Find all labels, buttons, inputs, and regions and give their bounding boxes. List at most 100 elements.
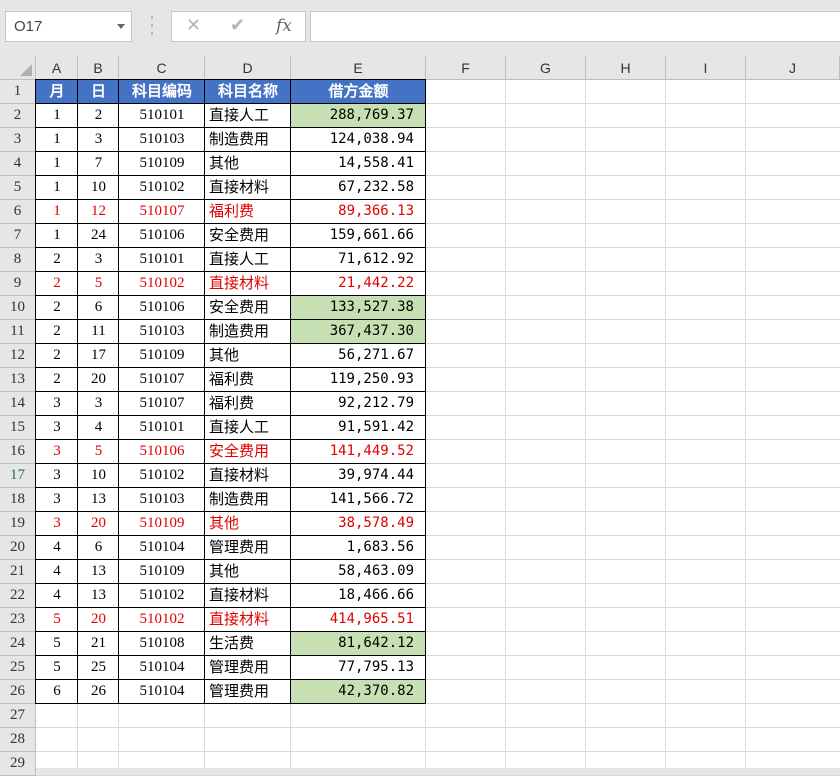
header-cell[interactable]: 月	[36, 80, 78, 104]
column-header-f[interactable]: F	[426, 56, 506, 80]
cell-account-name[interactable]: 福利费	[205, 392, 291, 416]
row-header-15[interactable]: 15	[0, 416, 36, 440]
column-header-h[interactable]: H	[586, 56, 666, 80]
cell-day[interactable]: 17	[78, 344, 119, 368]
cell-account-code[interactable]: 510102	[119, 584, 205, 608]
cell-account-code[interactable]: 510106	[119, 440, 205, 464]
cell-account-name[interactable]: 直接材料	[205, 176, 291, 200]
cell-month[interactable]: 2	[36, 248, 78, 272]
cell-account-code[interactable]: 510109	[119, 152, 205, 176]
header-cell[interactable]: 科目名称	[205, 80, 291, 104]
cell-debit-amount[interactable]: 141,566.72	[291, 488, 426, 512]
cell-debit-amount[interactable]: 39,974.44	[291, 464, 426, 488]
cell-account-code[interactable]: 510104	[119, 656, 205, 680]
cell-month[interactable]: 4	[36, 536, 78, 560]
cell-account-name[interactable]: 安全费用	[205, 224, 291, 248]
cell-month[interactable]: 1	[36, 128, 78, 152]
cell-debit-amount[interactable]: 133,527.38	[291, 296, 426, 320]
cell-debit-amount[interactable]: 89,366.13	[291, 200, 426, 224]
cell-account-code[interactable]: 510104	[119, 680, 205, 704]
row-header-24[interactable]: 24	[0, 632, 36, 656]
column-header-g[interactable]: G	[506, 56, 586, 80]
cell-debit-amount[interactable]: 58,463.09	[291, 560, 426, 584]
cell-account-code[interactable]: 510102	[119, 464, 205, 488]
cell-account-code[interactable]: 510109	[119, 512, 205, 536]
cell-debit-amount[interactable]: 91,591.42	[291, 416, 426, 440]
row-header-18[interactable]: 18	[0, 488, 36, 512]
cell-month[interactable]: 4	[36, 584, 78, 608]
cell-account-code[interactable]: 510107	[119, 200, 205, 224]
row-header-12[interactable]: 12	[0, 344, 36, 368]
cell-account-code[interactable]: 510107	[119, 368, 205, 392]
cell-debit-amount[interactable]: 92,212.79	[291, 392, 426, 416]
cell-month[interactable]: 1	[36, 200, 78, 224]
cell-debit-amount[interactable]: 71,612.92	[291, 248, 426, 272]
select-all-button[interactable]	[0, 56, 36, 80]
header-cell[interactable]: 借方金额	[291, 80, 426, 104]
cell-account-code[interactable]: 510106	[119, 296, 205, 320]
cell-account-code[interactable]: 510102	[119, 608, 205, 632]
cell-day[interactable]: 3	[78, 248, 119, 272]
cell-account-code[interactable]: 510109	[119, 560, 205, 584]
cell-month[interactable]: 1	[36, 176, 78, 200]
cell-debit-amount[interactable]: 414,965.51	[291, 608, 426, 632]
cell-account-name[interactable]: 直接人工	[205, 416, 291, 440]
cell-account-name[interactable]: 直接人工	[205, 104, 291, 128]
more-options-icon[interactable]: · · ·	[149, 10, 155, 42]
cell-month[interactable]: 4	[36, 560, 78, 584]
cell-month[interactable]: 5	[36, 632, 78, 656]
cell-debit-amount[interactable]: 159,661.66	[291, 224, 426, 248]
cell-account-code[interactable]: 510103	[119, 488, 205, 512]
cell-account-name[interactable]: 管理费用	[205, 656, 291, 680]
cell-account-name[interactable]: 福利费	[205, 200, 291, 224]
cell-day[interactable]: 13	[78, 584, 119, 608]
cell-month[interactable]: 3	[36, 488, 78, 512]
cell-month[interactable]: 2	[36, 368, 78, 392]
cell-debit-amount[interactable]: 67,232.58	[291, 176, 426, 200]
column-header-d[interactable]: D	[205, 56, 291, 80]
cell-account-code[interactable]: 510102	[119, 176, 205, 200]
cell-debit-amount[interactable]: 38,578.49	[291, 512, 426, 536]
cell-month[interactable]: 2	[36, 344, 78, 368]
cell-account-code[interactable]: 510108	[119, 632, 205, 656]
cell-account-name[interactable]: 直接材料	[205, 464, 291, 488]
cell-account-code[interactable]: 510101	[119, 416, 205, 440]
column-header-i[interactable]: I	[666, 56, 746, 80]
cell-account-name[interactable]: 管理费用	[205, 680, 291, 704]
cell-debit-amount[interactable]: 14,558.41	[291, 152, 426, 176]
cell-account-code[interactable]: 510106	[119, 224, 205, 248]
column-header-e[interactable]: E	[291, 56, 426, 80]
cell-day[interactable]: 3	[78, 392, 119, 416]
cell-day[interactable]: 10	[78, 464, 119, 488]
cell-account-code[interactable]: 510107	[119, 392, 205, 416]
cell-account-name[interactable]: 制造费用	[205, 320, 291, 344]
cell-month[interactable]: 2	[36, 296, 78, 320]
column-header-c[interactable]: C	[119, 56, 205, 80]
cell-day[interactable]: 5	[78, 440, 119, 464]
cell-day[interactable]: 3	[78, 128, 119, 152]
row-header-17[interactable]: 17	[0, 464, 36, 488]
column-header-j[interactable]: J	[746, 56, 840, 80]
cell-day[interactable]: 25	[78, 656, 119, 680]
cell-account-name[interactable]: 其他	[205, 560, 291, 584]
row-header-6[interactable]: 6	[0, 200, 36, 224]
row-header-8[interactable]: 8	[0, 248, 36, 272]
row-header-11[interactable]: 11	[0, 320, 36, 344]
cell-debit-amount[interactable]: 18,466.66	[291, 584, 426, 608]
cell-debit-amount[interactable]: 288,769.37	[291, 104, 426, 128]
cell-day[interactable]: 13	[78, 560, 119, 584]
cell-day[interactable]: 26	[78, 680, 119, 704]
cell-account-name[interactable]: 直接材料	[205, 584, 291, 608]
row-header-4[interactable]: 4	[0, 152, 36, 176]
cancel-icon[interactable]: ✕	[186, 15, 201, 36]
name-box[interactable]: O17	[5, 11, 132, 42]
cell-debit-amount[interactable]: 77,795.13	[291, 656, 426, 680]
cell-month[interactable]: 1	[36, 104, 78, 128]
cell-account-name[interactable]: 制造费用	[205, 488, 291, 512]
cell-month[interactable]: 1	[36, 152, 78, 176]
cell-day[interactable]: 13	[78, 488, 119, 512]
cell-day[interactable]: 12	[78, 200, 119, 224]
insert-function-icon[interactable]: fx	[276, 16, 292, 36]
row-header-29[interactable]: 29	[0, 752, 36, 776]
cell-day[interactable]: 10	[78, 176, 119, 200]
